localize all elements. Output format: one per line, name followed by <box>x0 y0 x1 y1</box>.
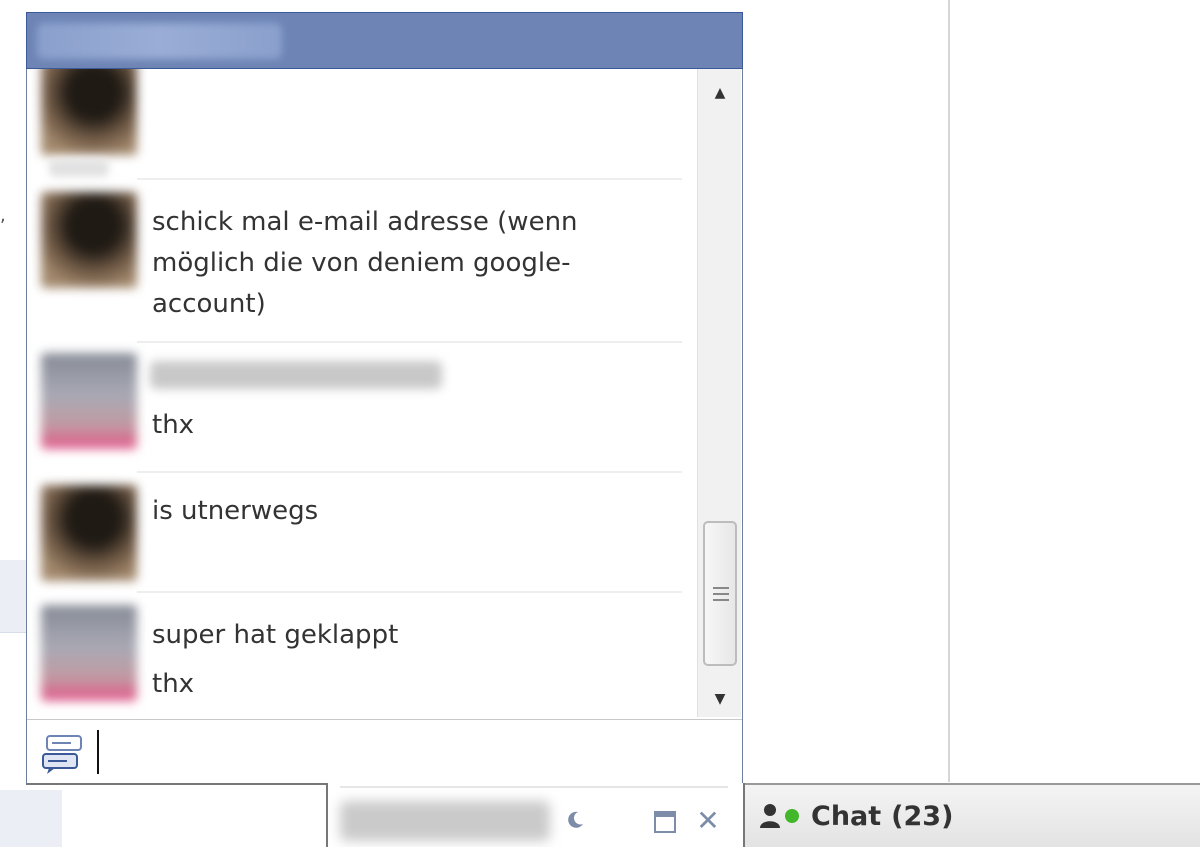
avatar[interactable] <box>41 353 137 449</box>
message-line: thx <box>152 669 195 699</box>
moon-icon <box>568 811 583 828</box>
avatar[interactable] <box>41 605 137 701</box>
message-group: is utnerwegs <box>27 473 695 591</box>
message-line: schick mal e-mail adresse (wenn <box>152 207 578 237</box>
online-status-icon <box>785 809 799 823</box>
avatar[interactable] <box>41 485 137 581</box>
page-stray-text: , <box>0 205 6 226</box>
friend-chat-tab[interactable]: ✕ <box>328 783 743 847</box>
message-line: super hat geklappt <box>152 620 399 650</box>
online-count: (23) <box>891 800 954 832</box>
chat-bar-label: Chat <box>811 800 882 832</box>
tab-separator <box>340 786 728 788</box>
scroll-thumb[interactable] <box>703 521 737 666</box>
email-address-redacted <box>150 361 442 389</box>
message-line: account) <box>152 289 266 319</box>
right-column-divider <box>948 0 950 782</box>
grip-icon <box>713 587 729 601</box>
chat-window: schick mal e-mail adresse (wenn möglich … <box>26 12 743 784</box>
message-scrollbar[interactable]: ▲ ▼ <box>697 69 741 717</box>
scroll-up-icon[interactable]: ▲ <box>698 75 742 111</box>
message-text: schick mal e-mail adresse (wenn möglich … <box>152 202 622 325</box>
friend-name-redacted <box>340 801 550 841</box>
message-group <box>27 69 695 179</box>
avatar[interactable] <box>41 69 137 155</box>
message-group: super hat geklappt thx <box>27 593 695 717</box>
close-icon[interactable]: ✕ <box>694 807 722 835</box>
person-icon <box>760 804 780 828</box>
avatar[interactable] <box>41 192 137 288</box>
message-list[interactable]: schick mal e-mail adresse (wenn möglich … <box>27 69 695 717</box>
emote-icon[interactable] <box>41 732 85 776</box>
message-input[interactable] <box>97 730 727 774</box>
page-background-band <box>0 560 26 632</box>
minimize-icon[interactable] <box>654 811 676 833</box>
message-group: schick mal e-mail adresse (wenn möglich … <box>27 180 695 340</box>
message-group: thx <box>27 343 695 471</box>
chat-partner-name-redacted <box>37 23 282 59</box>
page-background-corner <box>0 790 62 847</box>
timestamp-redacted <box>49 159 109 177</box>
message-text: thx <box>152 405 622 446</box>
message-line: is utnerwegs <box>152 496 319 526</box>
compose-area <box>27 719 742 783</box>
chat-titlebar[interactable] <box>26 12 743 69</box>
message-text: is utnerwegs <box>152 491 622 532</box>
chat-bar[interactable]: Chat (23) <box>745 783 1200 847</box>
scroll-down-icon[interactable]: ▼ <box>698 681 742 717</box>
page-background <box>0 0 26 560</box>
tab-bar-divider <box>26 783 328 785</box>
message-line: thx <box>152 410 195 440</box>
message-text: super hat geklappt thx <box>152 611 622 709</box>
message-line: möglich die von deniem google- <box>152 248 571 278</box>
